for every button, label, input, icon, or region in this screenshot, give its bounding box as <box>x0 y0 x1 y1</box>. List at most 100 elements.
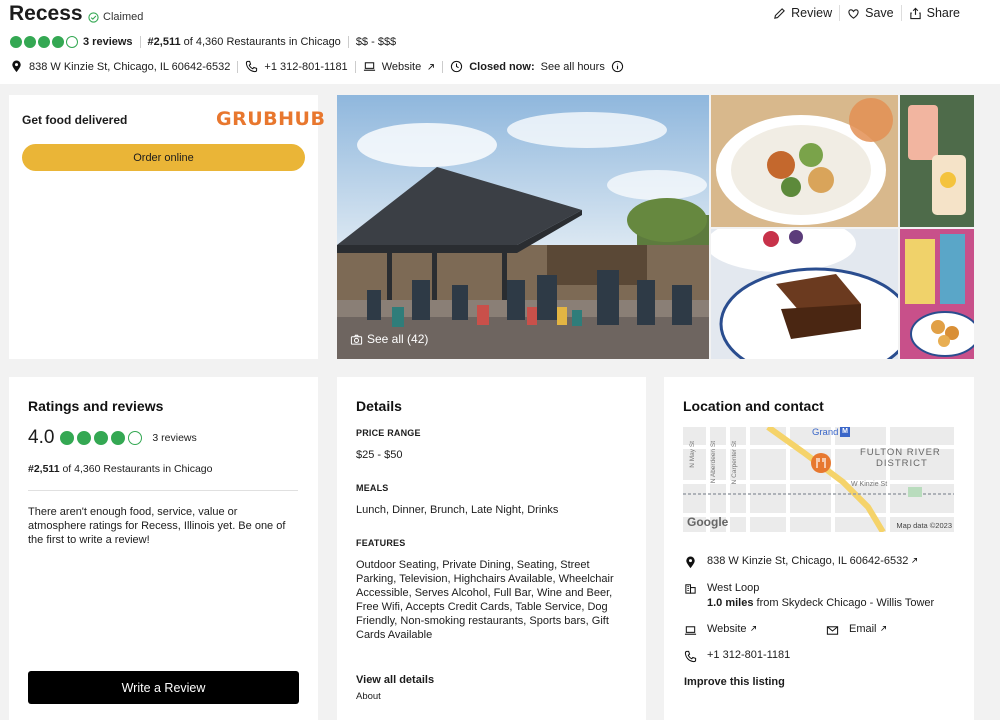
header-actions: Review Save Share <box>766 5 967 21</box>
about-link[interactable]: About <box>356 691 381 702</box>
rating-bubbles <box>60 431 143 445</box>
building-icon <box>685 584 696 594</box>
delivery-card: Get food delivered GRUBHUB Order online <box>9 95 325 359</box>
map-street-may: N May St <box>689 441 696 468</box>
patio-photo-illustration <box>337 95 709 359</box>
contact-row: 838 W Kinzie St, Chicago, IL 60642-6532 … <box>10 60 624 73</box>
header-phone[interactable]: +1 312-801-1181 <box>245 60 348 73</box>
rating-bubble-filled <box>24 36 36 48</box>
rating-bubble-filled <box>94 431 109 445</box>
location-phone-text: +1 312-801-1181 <box>707 649 791 661</box>
rating-summary: 3 reviews #2,511 of 4,360 Restaurants in… <box>10 36 396 48</box>
score-row: 4.0 3 reviews <box>28 427 197 449</box>
metro-icon: M <box>840 427 850 437</box>
snacks-photo-illustration <box>900 229 974 359</box>
reviews-count-link[interactable]: 3 reviews <box>83 36 133 48</box>
photo-brownie[interactable] <box>711 229 898 359</box>
map-district-line2: DISTRICT <box>876 458 928 469</box>
map-pin-icon <box>12 60 21 73</box>
meals-label: MEALS <box>356 483 389 493</box>
closed-now-label: Closed now: <box>469 60 535 73</box>
external-link-icon <box>750 626 756 631</box>
google-logo: Google <box>687 515 729 529</box>
separator <box>237 60 239 73</box>
ratings-note: There aren't enough food, service, value… <box>28 506 286 546</box>
grubhub-logo: GRUBHUB <box>216 108 326 130</box>
rating-bubble-filled <box>38 36 50 48</box>
rating-bubble-filled <box>10 36 22 48</box>
location-phone[interactable]: +1 312-801-1181 <box>684 649 790 663</box>
details-card: Details PRICE RANGE $25 - $50 MEALS Lunc… <box>337 377 646 720</box>
separator <box>442 60 444 73</box>
location-heading: Location and contact <box>683 398 824 414</box>
order-online-button[interactable]: Order online <box>22 144 305 171</box>
envelope-icon <box>826 626 839 635</box>
heart-icon <box>848 8 859 19</box>
header-website-link[interactable]: Website <box>363 60 436 73</box>
header-phone-text: +1 312-801-1181 <box>264 60 348 73</box>
map[interactable]: Grand M FULTON RIVER DISTRICT W Kinzie S… <box>683 427 954 532</box>
info-icon[interactable] <box>611 60 624 73</box>
location-website-link[interactable]: Website <box>684 623 757 637</box>
map-street-carpenter: N Carpenter St <box>731 441 738 485</box>
camera-icon <box>350 334 363 345</box>
brownie-photo-illustration <box>711 229 898 359</box>
view-all-details-link[interactable]: View all details <box>356 674 434 686</box>
delivery-label: Get food delivered <box>22 113 128 127</box>
ratings-heading: Ratings and reviews <box>28 398 164 414</box>
features-value: Outdoor Seating, Private Dining, Seating… <box>356 559 614 641</box>
laptop-icon <box>363 62 375 71</box>
rank-text[interactable]: #2,511 of 4,360 Restaurants in Chicago <box>148 36 341 48</box>
photo-snacks[interactable] <box>900 229 974 359</box>
rating-bubble-filled <box>111 431 126 445</box>
claimed-badge: Claimed <box>88 11 143 23</box>
share-label: Share <box>926 6 960 20</box>
rating-bubble-filled <box>60 431 75 445</box>
rating-bubbles <box>10 36 78 48</box>
location-address-text: 838 W Kinzie St, Chicago, IL 60642-6532 <box>707 555 909 567</box>
ratings-rank-rest: of 4,360 Restaurants in Chicago <box>59 463 213 475</box>
see-all-photos[interactable]: See all (42) <box>350 332 428 346</box>
clock-icon <box>451 60 463 73</box>
separator <box>354 60 356 73</box>
rating-score: 4.0 <box>28 427 55 448</box>
features-label: FEATURES <box>356 538 406 548</box>
drinks-photo-illustration <box>900 95 974 227</box>
map-district-line1: FULTON RIVER <box>860 447 941 458</box>
photo-grid <box>711 95 974 359</box>
improve-listing-link[interactable]: Improve this listing <box>684 676 785 688</box>
photo-drinks[interactable] <box>900 95 974 227</box>
external-link-icon <box>912 558 918 563</box>
share-button[interactable]: Share <box>902 5 967 21</box>
save-button[interactable]: Save <box>840 5 902 21</box>
ratings-rank[interactable]: #2,511 of 4,360 Restaurants in Chicago <box>28 463 212 475</box>
meals-value: Lunch, Dinner, Brunch, Late Night, Drink… <box>356 504 559 516</box>
map-street-kinzie: W Kinzie St <box>851 481 888 488</box>
separator <box>139 36 141 48</box>
distance-rest: from Skydeck Chicago - Willis Tower <box>753 597 935 609</box>
location-address[interactable]: 838 W Kinzie St, Chicago, IL 60642-6532 <box>684 555 918 569</box>
location-email-link[interactable]: Email <box>826 623 887 637</box>
rating-bubble-empty <box>66 36 78 48</box>
write-review-button[interactable]: Write a Review <box>28 671 299 704</box>
rank-rest: of 4,360 Restaurants in Chicago <box>180 36 341 48</box>
hours-info: Closed now: See all hours <box>450 60 624 73</box>
save-label: Save <box>865 6 894 20</box>
header-address[interactable]: 838 W Kinzie St, Chicago, IL 60642-6532 <box>10 60 230 73</box>
map-street-aberdeen: N Aberdeen St <box>710 441 717 484</box>
external-link-icon <box>428 63 435 70</box>
ratings-rank-number: #2,511 <box>28 463 60 475</box>
distance-value: 1.0 miles <box>707 597 754 609</box>
check-circle-icon <box>88 11 99 23</box>
phone-icon <box>684 650 697 663</box>
price-range-value: $25 - $50 <box>356 449 403 461</box>
ratings-reviews-count[interactable]: 3 reviews <box>152 432 196 444</box>
review-button[interactable]: Review <box>766 5 841 21</box>
share-icon <box>909 7 921 19</box>
main-photo[interactable]: See all (42) <box>337 95 709 359</box>
separator <box>347 36 349 48</box>
restaurant-header: Recess Claimed Review Save Share 3 revie… <box>0 0 1000 84</box>
photo-salad[interactable] <box>711 95 898 227</box>
laptop-icon <box>684 626 697 635</box>
see-all-hours-link[interactable]: See all hours <box>541 61 605 73</box>
